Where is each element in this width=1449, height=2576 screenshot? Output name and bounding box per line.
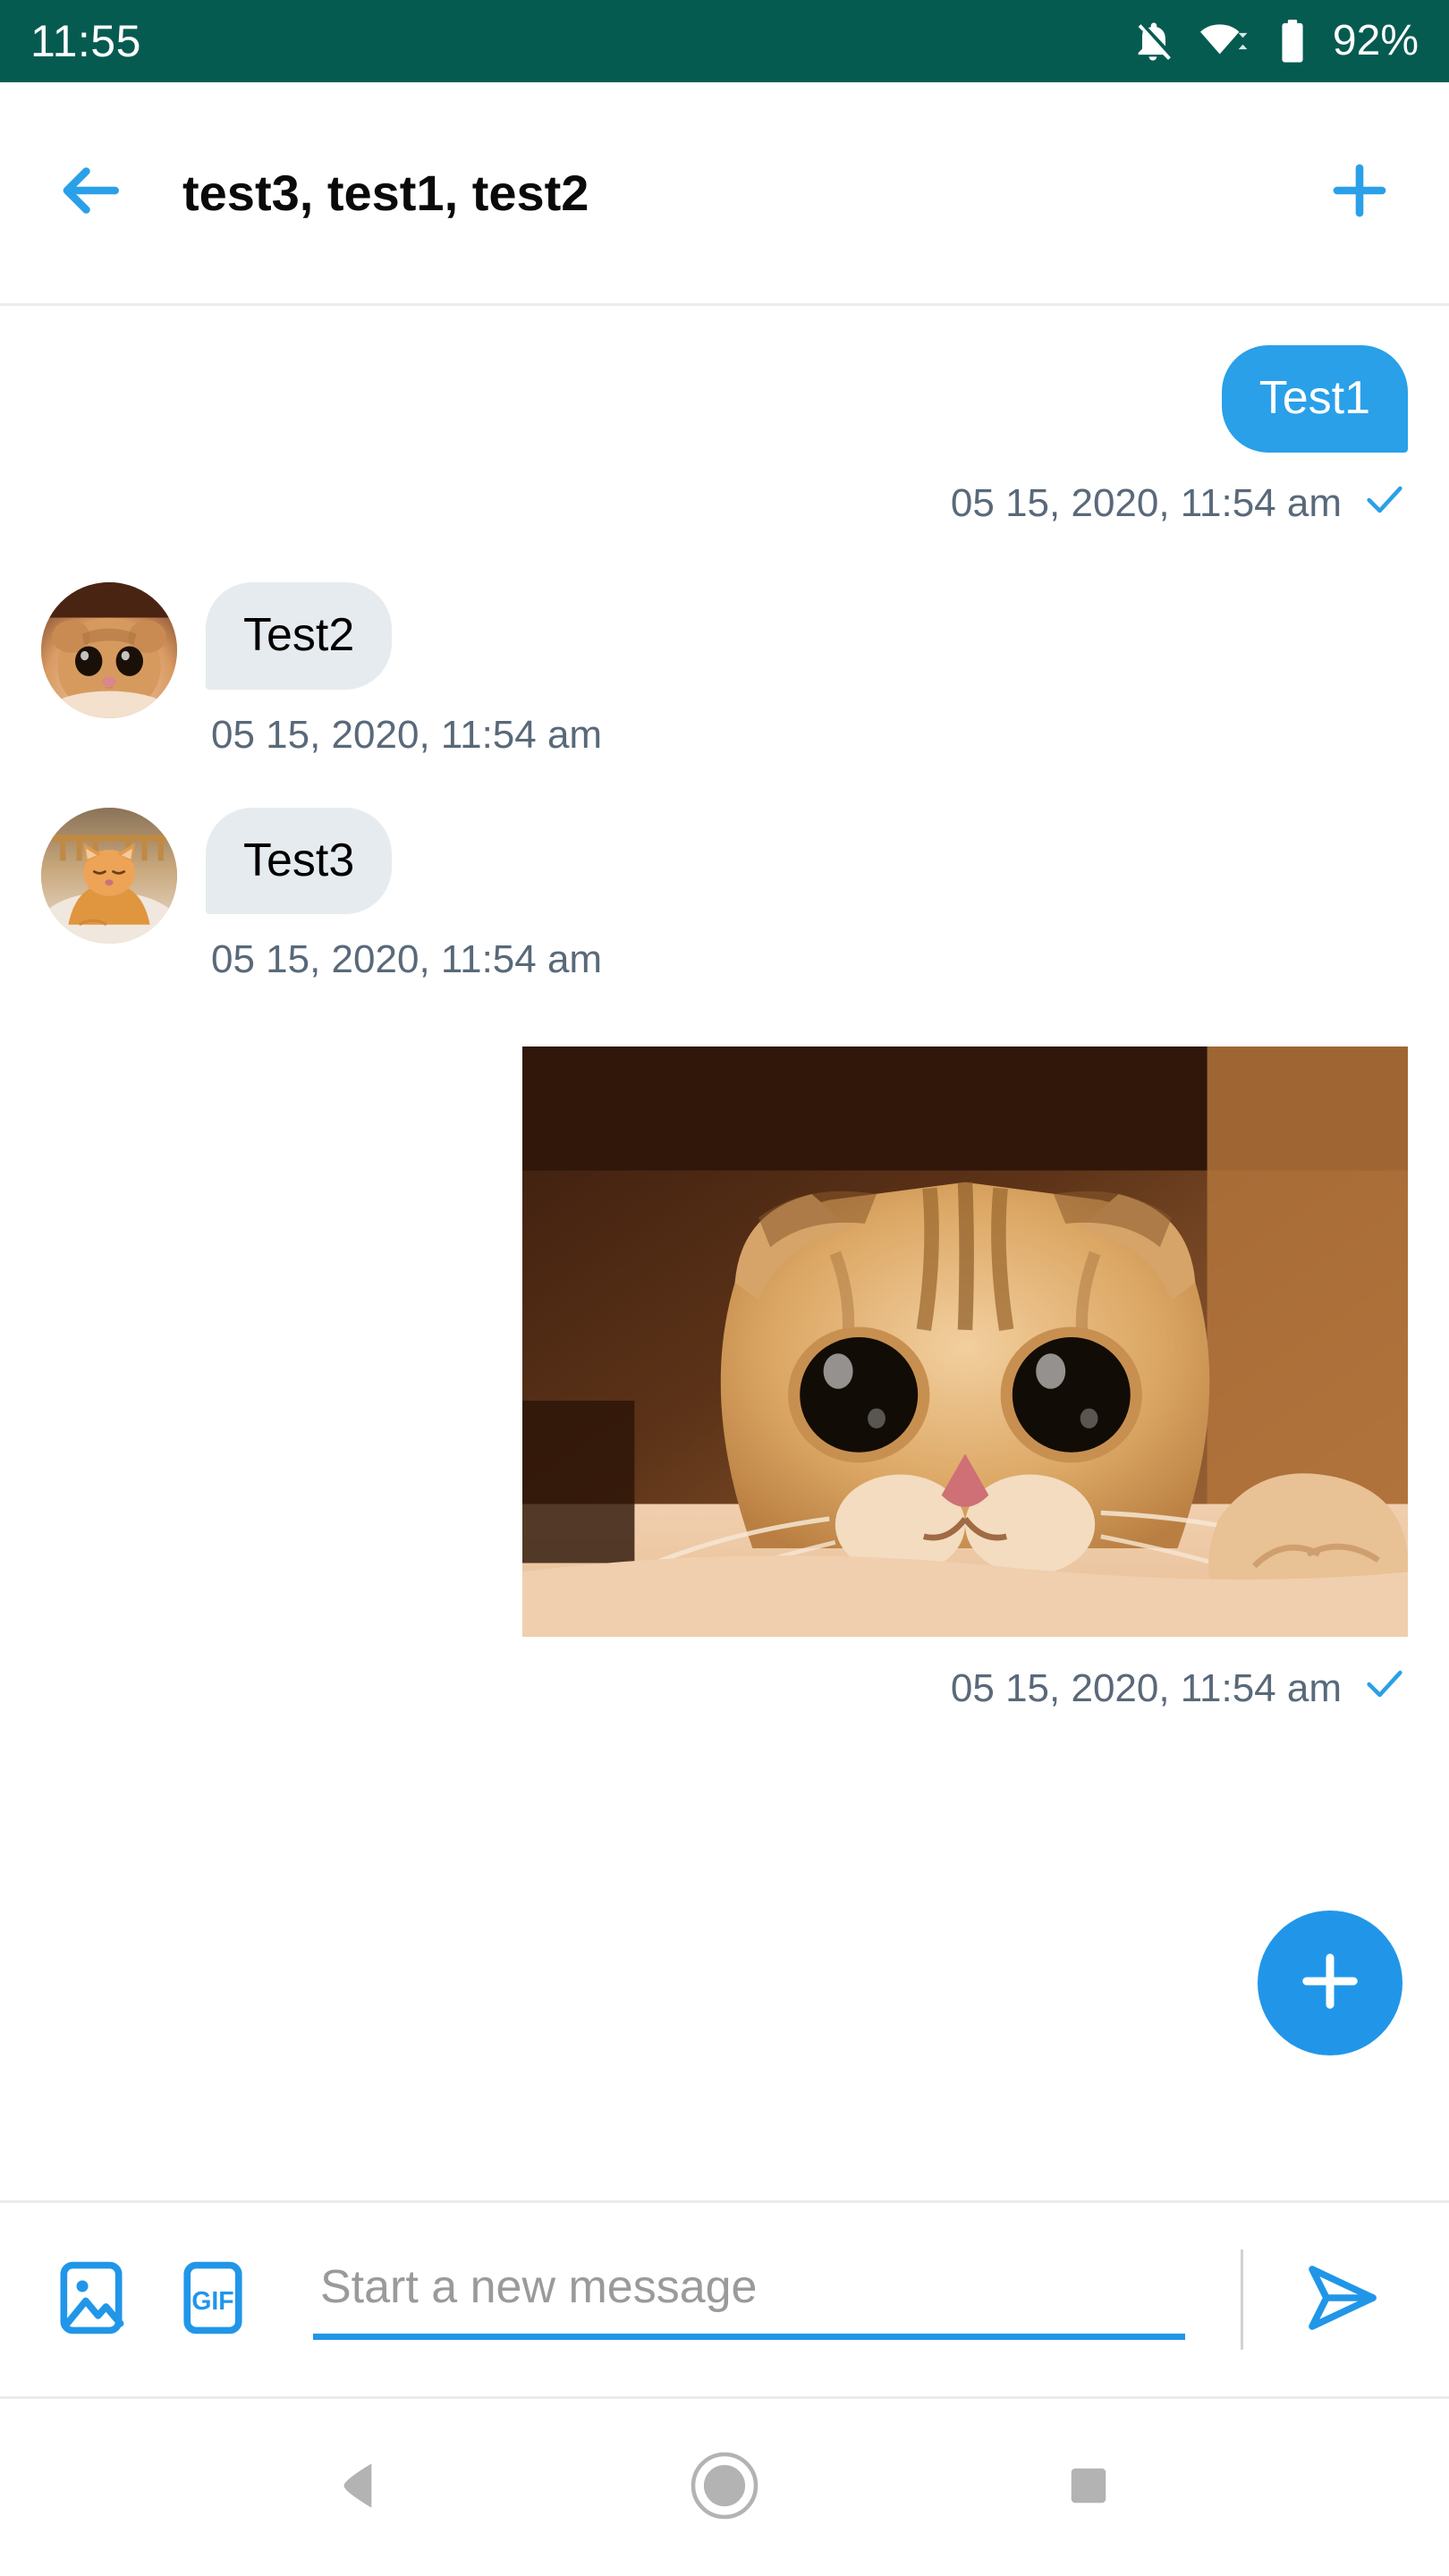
plus-icon <box>1321 152 1398 233</box>
add-member-button[interactable] <box>1317 150 1402 236</box>
message-meta: 05 15, 2020, 11:54 am <box>211 937 602 982</box>
message-bubble[interactable]: Test1 <box>1221 345 1408 453</box>
status-bar: 11:55 92% <box>0 0 1449 82</box>
plus-icon <box>1290 1941 1370 2026</box>
battery-percent-label: 92% <box>1332 17 1419 64</box>
message-bubble-group: Test3 05 15, 2020, 11:54 am <box>206 807 602 983</box>
input-underline <box>313 2333 1185 2340</box>
attach-image-button[interactable] <box>50 2257 132 2343</box>
message-input-wrapper[interactable]: Start a new message <box>313 2241 1185 2358</box>
message-row-incoming[interactable]: Test3 05 15, 2020, 11:54 am <box>0 807 1449 983</box>
status-bar-clock: 11:55 <box>30 16 141 66</box>
message-input[interactable]: Start a new message <box>313 2260 1185 2334</box>
message-timestamp: 05 15, 2020, 11:54 am <box>950 481 1342 526</box>
back-button[interactable] <box>47 150 132 236</box>
avatar[interactable] <box>41 581 177 718</box>
message-meta: 05 15, 2020, 11:54 am <box>951 1660 1408 1716</box>
check-icon <box>1361 1660 1408 1716</box>
notifications-off-icon <box>1131 18 1177 64</box>
message-row-incoming[interactable]: Test2 05 15, 2020, 11:54 am <box>0 581 1449 758</box>
triangle-left-icon <box>327 2453 394 2523</box>
nav-home-button[interactable] <box>662 2425 787 2550</box>
message-list[interactable]: Test1 05 15, 2020, 11:54 am Test2 05 15,… <box>0 306 1449 2200</box>
message-bubble[interactable]: Test3 <box>206 807 393 915</box>
image-icon <box>50 2257 132 2343</box>
gif-icon: GIF <box>172 2257 254 2343</box>
nav-recents-button[interactable] <box>1026 2425 1151 2550</box>
status-bar-icons: 92% <box>1131 18 1419 64</box>
page-title: test3, test1, test2 <box>182 165 589 221</box>
wifi-icon <box>1199 18 1256 64</box>
avatar[interactable] <box>41 807 177 944</box>
message-timestamp: 05 15, 2020, 11:54 am <box>211 937 603 982</box>
android-nav-bar <box>0 2399 1449 2576</box>
message-row-outgoing-image[interactable]: 05 15, 2020, 11:54 am <box>0 1046 1449 1716</box>
message-bubble-group: Test1 05 15, 2020, 11:54 am <box>951 345 1408 532</box>
arrow-left-icon <box>51 152 128 233</box>
composer-divider <box>1241 2250 1243 2350</box>
circle-home-icon <box>687 2448 762 2528</box>
message-timestamp: 05 15, 2020, 11:54 am <box>211 712 603 757</box>
attach-gif-button[interactable]: GIF <box>172 2257 254 2343</box>
message-row-outgoing[interactable]: Test1 05 15, 2020, 11:54 am <box>0 345 1449 532</box>
message-bubble[interactable]: Test2 <box>206 581 393 690</box>
chat-screen: 11:55 92% test3, test1, test2 Test1 05 1… <box>0 0 1449 2576</box>
message-meta: 05 15, 2020, 11:54 am <box>211 713 602 758</box>
battery-icon <box>1279 18 1306 64</box>
new-message-fab[interactable] <box>1258 1911 1402 2055</box>
square-recents-icon <box>1059 2456 1118 2520</box>
message-meta: 05 15, 2020, 11:54 am <box>951 476 1408 532</box>
message-bubble-group: Test2 05 15, 2020, 11:54 am <box>206 581 602 758</box>
send-icon <box>1298 2255 1384 2345</box>
send-button[interactable] <box>1283 2255 1399 2345</box>
check-icon <box>1361 476 1408 532</box>
message-bubble-group: 05 15, 2020, 11:54 am <box>522 1046 1408 1716</box>
composer-bar: GIF Start a new message <box>0 2200 1449 2399</box>
toolbar: test3, test1, test2 <box>0 82 1449 306</box>
message-image[interactable] <box>522 1046 1408 1638</box>
svg-text:GIF: GIF <box>191 2287 233 2316</box>
message-timestamp: 05 15, 2020, 11:54 am <box>950 1665 1342 1710</box>
nav-back-button[interactable] <box>298 2425 423 2550</box>
